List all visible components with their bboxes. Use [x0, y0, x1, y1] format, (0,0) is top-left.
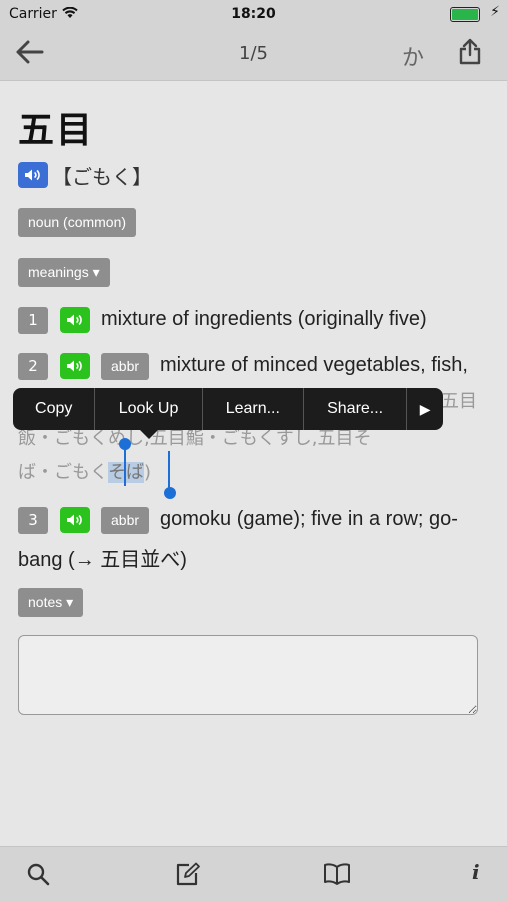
kana-toggle-button[interactable]: か [402, 40, 424, 72]
notes-toggle[interactable]: notes ▾ [18, 588, 84, 617]
popup-pointer [140, 430, 158, 439]
speaker-icon [67, 314, 82, 326]
battery-icon [450, 7, 480, 22]
selection-start-bar [124, 446, 126, 486]
status-bar: Carrier 18:20 ⚡ [0, 0, 507, 28]
reading-text[interactable]: 【ごもく】 [52, 161, 152, 190]
abbr-badge: abbr [101, 353, 150, 380]
charging-icon: ⚡ [490, 4, 500, 20]
abbr-badge: abbr [101, 507, 150, 534]
copy-menu-item[interactable]: Copy [13, 388, 96, 430]
edit-note-icon[interactable] [175, 862, 201, 890]
notes-field[interactable] [18, 635, 478, 715]
sense-number: 2 [18, 353, 48, 380]
speaker-icon [67, 360, 82, 372]
reading-speaker-button[interactable] [18, 162, 48, 188]
share-menu-item[interactable]: Share... [304, 388, 408, 430]
edit-menu-popup: Copy Look Up Learn... Share... ▶ [13, 388, 443, 430]
clock: 18:20 [231, 6, 276, 22]
speaker-icon [67, 514, 82, 526]
reading-row: 【ごもく】 [18, 161, 152, 189]
entry-counter: 1/5 [239, 43, 268, 64]
book-icon[interactable] [323, 862, 351, 890]
selected-text[interactable]: そば [108, 462, 144, 483]
selection-end-bar [168, 451, 170, 489]
bottom-toolbar: i [0, 846, 507, 901]
sense-speaker-button[interactable] [60, 507, 90, 533]
speaker-icon [25, 169, 40, 181]
sense-speaker-button[interactable] [60, 353, 90, 379]
nav-bar: 1/5 か [0, 28, 507, 81]
learn-menu-item[interactable]: Learn... [203, 388, 304, 430]
example-text: ば・ごもく [18, 462, 108, 483]
meanings-toggle[interactable]: meanings ▾ [18, 258, 110, 287]
sense-gloss[interactable]: bang (→ 五目並べ) [18, 543, 187, 572]
pos-tag: noun (common) [18, 208, 137, 237]
example-text: ) [144, 462, 152, 483]
sense-gloss[interactable]: mixture of ingredients (originally five) [101, 308, 427, 331]
sense-number: 3 [18, 507, 48, 534]
share-icon[interactable] [458, 38, 482, 70]
look-up-menu-item[interactable]: Look Up [95, 388, 203, 430]
example-text-line[interactable]: ば・ごもくそば) [18, 456, 151, 490]
sense-gloss[interactable]: mixture of minced vegetables, fish, [160, 354, 468, 377]
sense-number: 1 [18, 307, 48, 334]
example-text[interactable]: 五目 [441, 385, 477, 419]
info-icon[interactable]: i [472, 860, 480, 884]
headword[interactable]: 五目 [18, 101, 94, 153]
sense-speaker-button[interactable] [60, 307, 90, 333]
selection-end-handle[interactable] [164, 487, 176, 499]
search-icon[interactable] [26, 862, 50, 890]
sense-gloss[interactable]: gomoku (game); five in a row; go- [160, 508, 458, 531]
more-menu-arrow-icon[interactable]: ▶ [407, 388, 443, 430]
